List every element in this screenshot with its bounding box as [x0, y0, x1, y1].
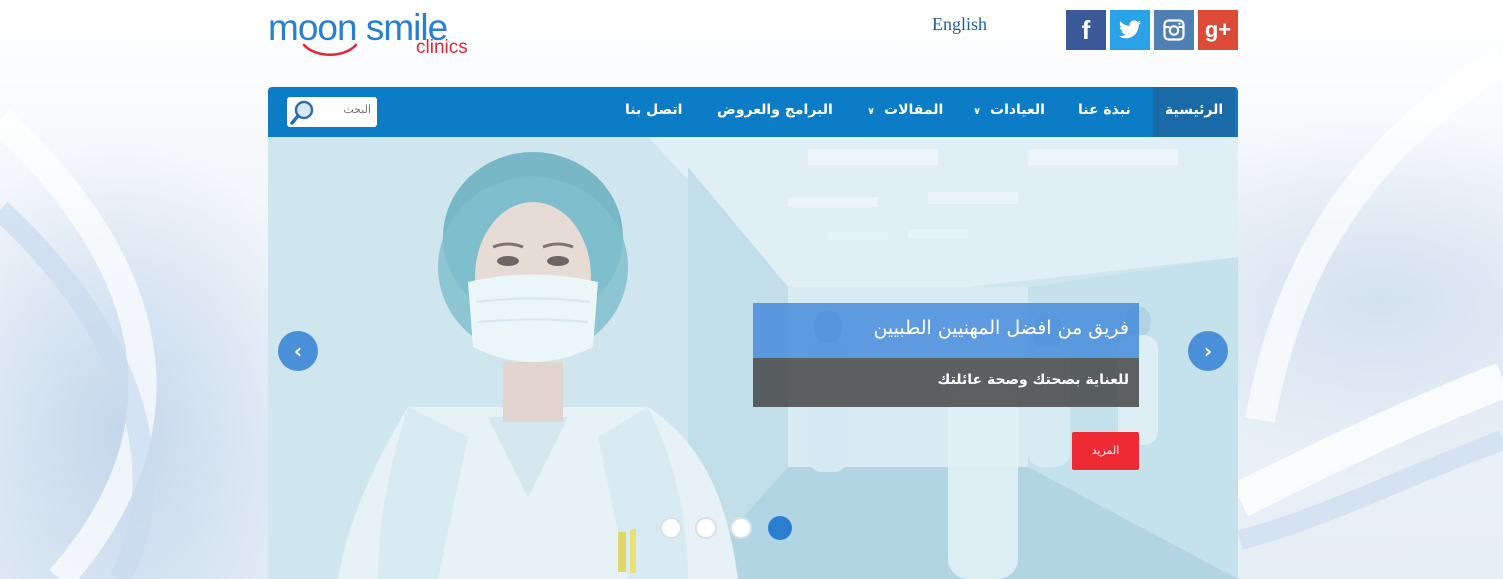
nav-item-label: العيادات: [990, 102, 1045, 118]
slider-pagination: [660, 516, 794, 541]
chevron-left-icon: ‹: [293, 339, 303, 363]
nav-item-label: المقالات: [884, 102, 944, 118]
site-logo[interactable]: moon smile clinics: [268, 8, 478, 64]
instagram-icon[interactable]: [1154, 10, 1194, 50]
nav-item-label: اتصل بنا: [625, 102, 683, 118]
slider-dot-active[interactable]: [768, 516, 792, 540]
nav-item-articles[interactable]: ∨ المقالات: [867, 87, 943, 137]
read-more-button[interactable]: المزيد: [1072, 432, 1139, 470]
chevron-right-icon: ›: [1203, 339, 1213, 363]
smile-icon: [302, 43, 358, 56]
twitter-icon[interactable]: [1110, 10, 1150, 50]
slider-next-button[interactable]: ›: [1188, 331, 1228, 371]
nav-item-label: الرئيسية: [1165, 102, 1224, 118]
nav-item-label: نبذة عنا: [1078, 102, 1131, 118]
slider-dot[interactable]: [730, 517, 752, 539]
language-link[interactable]: English: [932, 14, 987, 35]
slider-dot[interactable]: [660, 517, 682, 539]
nav-item-contact[interactable]: اتصل بنا: [625, 87, 682, 137]
hero-slider: ‹ › فريق من افضل المهنيين الطبيين للعناي…: [268, 137, 1238, 579]
slide-caption-subtitle: للعناية بصحتك وصحة عائلتك: [753, 358, 1139, 407]
chevron-down-icon: ∨: [973, 106, 982, 117]
nav-item-clinics[interactable]: ∨ العيادات: [973, 87, 1045, 137]
social-links: f g+: [1066, 10, 1238, 50]
search-icon[interactable]: [289, 99, 317, 127]
facebook-icon[interactable]: f: [1066, 10, 1106, 50]
nav-item-programs[interactable]: البرامج والعروض: [717, 87, 833, 137]
slider-dot[interactable]: [695, 517, 717, 539]
nav-item-home[interactable]: الرئيسية: [1153, 87, 1236, 137]
google-plus-label: g+: [1204, 17, 1232, 42]
nav-item-label: البرامج والعروض: [717, 102, 833, 118]
slide-caption-title: فريق من افضل المهنيين الطبيين: [753, 303, 1139, 358]
main-navbar: الرئيسية نبذة عنا ∨ العيادات ∨ المقالات …: [268, 87, 1238, 137]
search-box: [287, 97, 377, 127]
facebook-label: f: [1081, 14, 1091, 45]
slider-prev-button[interactable]: ‹: [278, 331, 318, 371]
google-plus-icon[interactable]: g+: [1198, 10, 1238, 50]
logo-subtext: clinics: [416, 37, 468, 58]
nav-item-about[interactable]: نبذة عنا: [1078, 87, 1131, 137]
chevron-down-icon: ∨: [867, 106, 876, 117]
search-input[interactable]: [321, 103, 371, 116]
